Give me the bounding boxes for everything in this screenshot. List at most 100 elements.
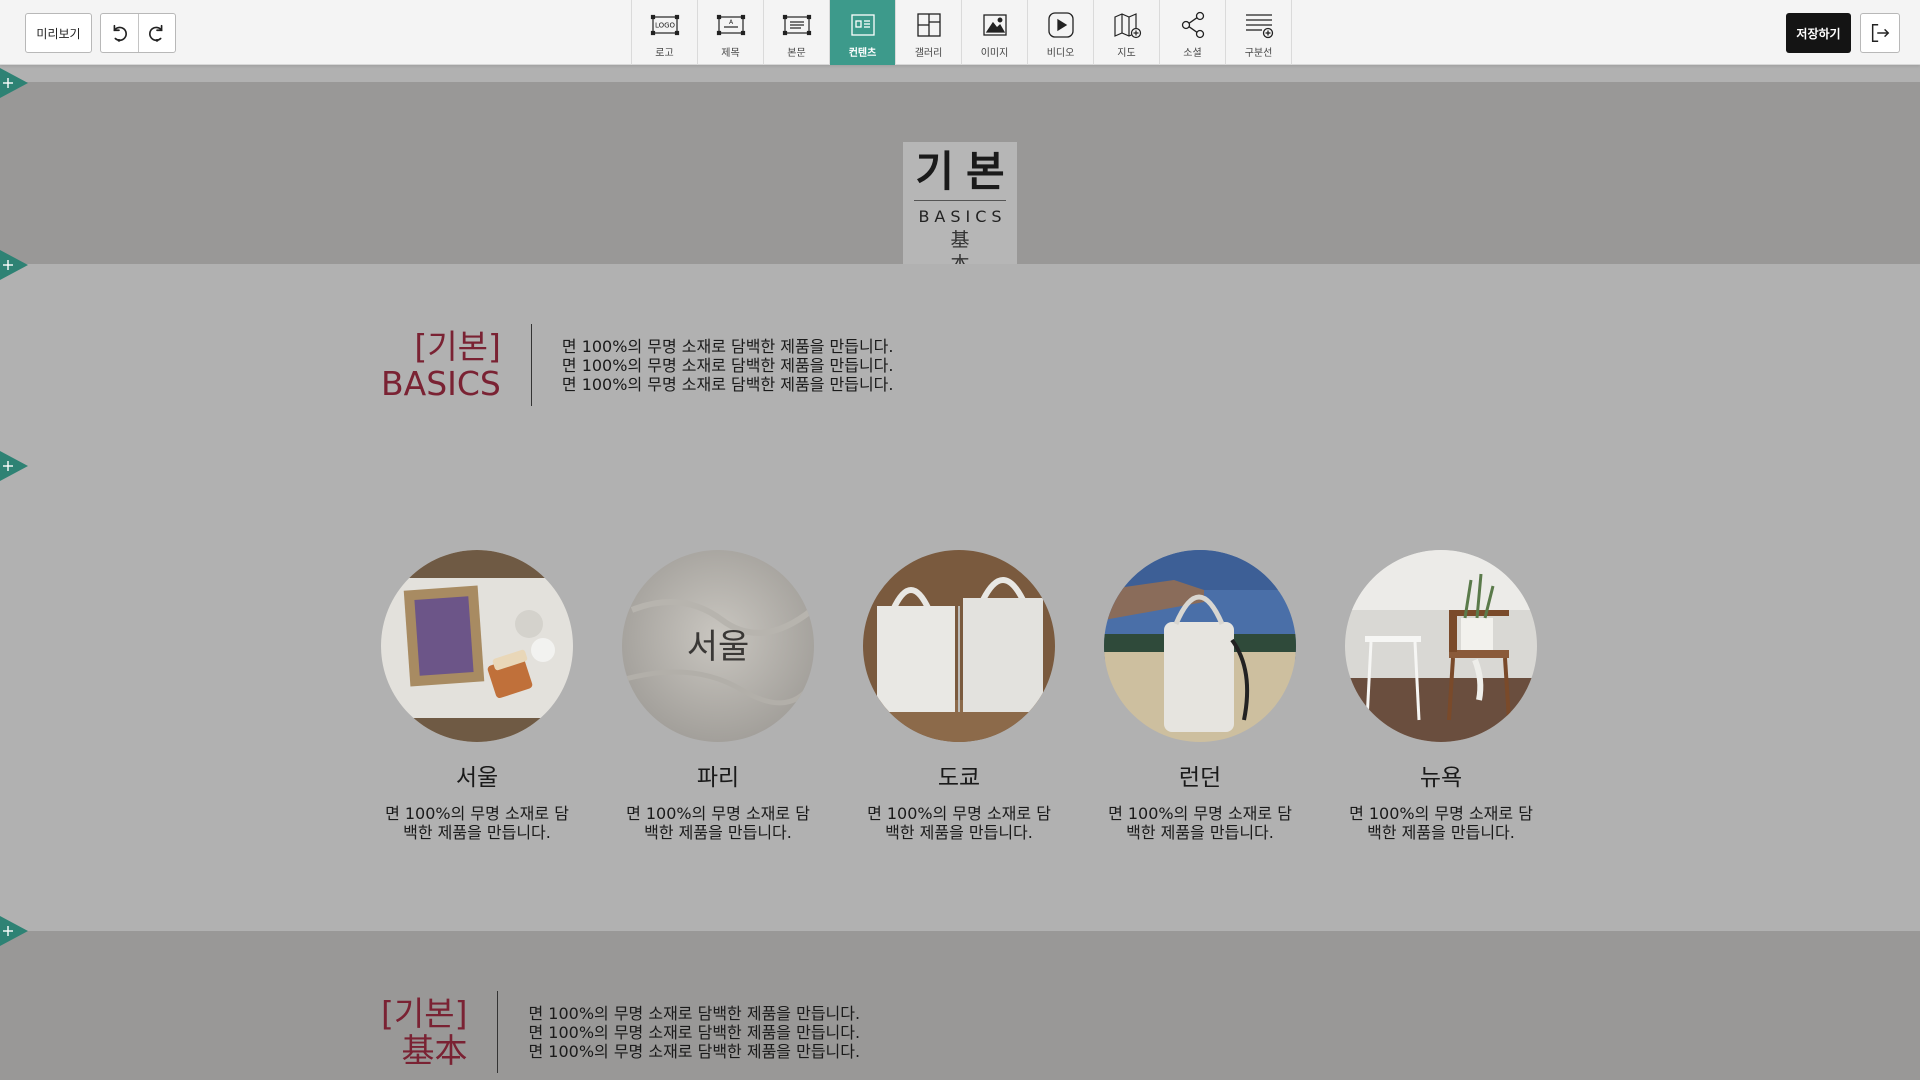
insert-tools: LOGO 로고 A 제목 본문 컨텐츠 갤러리 이미지 비디오 지도 소셜 구분… (631, 0, 1292, 65)
tool-contents[interactable]: 컨텐츠 (830, 0, 896, 65)
logo-main-text: 기본 (915, 147, 1017, 196)
gallery-item: 도쿄 면 100%의 무명 소재로 담백한 제품을 만듭니다. (863, 550, 1055, 842)
editor-toolbar: 미리보기 LOGO 로고 A 제목 본문 컨텐츠 갤러리 이미지 비디오 지도 … (0, 0, 1920, 65)
preview-button[interactable]: 미리보기 (25, 13, 92, 53)
undo-button[interactable] (101, 14, 138, 52)
brand-logo[interactable]: 기본 BASICS 基本 (903, 142, 1017, 275)
bottom-heading-row: [기본] 基本 면 100%의 무명 소재로 담백한 제품을 만듭니다. 면 1… (381, 991, 860, 1073)
tool-body-label: 본문 (787, 48, 806, 59)
tool-image-label: 이미지 (980, 48, 1009, 59)
title-icon: A (716, 14, 745, 36)
tool-video[interactable]: 비디오 (1028, 0, 1094, 65)
gallery-item-title[interactable]: 서울 (381, 764, 573, 792)
body-text-icon (782, 14, 811, 36)
logo-section: 기본 BASICS 基本 (0, 82, 1920, 275)
image-icon (982, 14, 1007, 36)
tool-title[interactable]: A 제목 (698, 0, 764, 65)
gallery-item-text[interactable]: 면 100%의 무명 소재로 담백한 제품을 만듭니다. (622, 804, 814, 842)
gallery-item: 서울 면 100%의 무명 소재로 담백한 제품을 만듭니다. (381, 550, 573, 842)
add-section-button[interactable] (0, 916, 28, 946)
tool-contents-label: 컨텐츠 (848, 48, 877, 59)
paris-photo[interactable]: 서울 (622, 550, 814, 742)
add-section-button[interactable] (0, 68, 28, 98)
undo-icon (113, 24, 128, 42)
london-photo[interactable] (1104, 550, 1296, 742)
svg-text:A: A (728, 19, 733, 26)
add-section-icon (0, 68, 28, 98)
gallery-item: 런던 면 100%의 무명 소재로 담백한 제품을 만듭니다. (1104, 550, 1296, 842)
paris-photo-art: 서울 (622, 550, 814, 742)
gallery-item: 뉴욕 면 100%의 무명 소재로 담백한 제품을 만듭니다. (1345, 550, 1537, 842)
video-icon (1047, 12, 1074, 38)
intro-divider (530, 324, 532, 406)
logo-icon: LOGO (650, 14, 679, 36)
bottom-divider (497, 991, 499, 1073)
london-photo-art (1104, 550, 1296, 742)
share-icon (1181, 11, 1204, 39)
gallery-item-title[interactable]: 뉴욕 (1345, 764, 1537, 792)
bottom-body-line: 면 100%의 무명 소재로 담백한 제품을 만듭니다. (528, 1003, 861, 1023)
tool-logo-label: 로고 (655, 48, 674, 59)
add-section-button[interactable] (0, 250, 28, 280)
gallery-item-text[interactable]: 면 100%의 무명 소재로 담백한 제품을 만듭니다. (863, 804, 1055, 842)
bottom-title-line2: 基本 (401, 1031, 468, 1070)
seoul-photo-art (381, 550, 573, 742)
tool-gallery-label: 갤러리 (914, 48, 943, 59)
intro-title-line2: BASICS (381, 364, 501, 403)
tool-divider-label: 구분선 (1244, 48, 1273, 59)
save-button[interactable]: 저장하기 (1786, 13, 1851, 53)
tool-logo[interactable]: LOGO 로고 (632, 0, 698, 65)
logo-english-text: BASICS (918, 207, 1007, 226)
gallery-item-title[interactable]: 도쿄 (863, 764, 1055, 792)
gallery-item-title[interactable]: 런던 (1104, 764, 1296, 792)
newyork-photo-art (1345, 550, 1537, 742)
tool-social-label: 소셜 (1183, 48, 1202, 59)
tool-map[interactable]: 지도 (1094, 0, 1160, 65)
gallery-section: 서울 면 100%의 무명 소재로 담백한 제품을 만듭니다. 서울 파리 면 … (0, 466, 1920, 931)
add-section-icon (0, 250, 28, 280)
exit-button[interactable] (1860, 13, 1900, 53)
intro-title[interactable]: [기본] BASICS (381, 328, 501, 402)
bottom-body-line: 면 100%의 무명 소재로 담백한 제품을 만듭니다. (528, 1041, 861, 1061)
bottom-section: [기본] 基本 면 100%의 무명 소재로 담백한 제품을 만듭니다. 면 1… (0, 931, 1920, 1080)
intro-title-line1: [기본] (414, 327, 501, 366)
gallery-item: 서울 파리 면 100%의 무명 소재로 담백한 제품을 만듭니다. (622, 550, 814, 842)
intro-body[interactable]: 면 100%의 무명 소재로 담백한 제품을 만듭니다. 면 100%의 무명 … (562, 337, 894, 394)
tokyo-photo-art (863, 550, 1055, 742)
tool-map-label: 지도 (1117, 48, 1136, 59)
tool-divider[interactable]: 구분선 (1226, 0, 1292, 65)
exit-icon (1871, 24, 1890, 42)
redo-button[interactable] (138, 14, 175, 52)
tool-title-label: 제목 (721, 48, 740, 59)
intro-section: [기본] BASICS 면 100%의 무명 소재로 담백한 제품을 만듭니다.… (0, 264, 1920, 466)
tool-video-label: 비디오 (1046, 48, 1075, 59)
gallery-item-title[interactable]: 파리 (622, 764, 814, 792)
bottom-body[interactable]: 면 100%의 무명 소재로 담백한 제품을 만듭니다. 면 100%의 무명 … (528, 1004, 860, 1061)
tokyo-photo[interactable] (863, 550, 1055, 742)
logo-rule (914, 200, 1006, 201)
gallery-icon (916, 13, 941, 37)
intro-body-line: 면 100%의 무명 소재로 담백한 제품을 만듭니다. (561, 374, 894, 394)
bottom-title[interactable]: [기본] 基本 (381, 995, 467, 1069)
city-gallery: 서울 면 100%의 무명 소재로 담백한 제품을 만듭니다. 서울 파리 면 … (381, 550, 1537, 842)
svg-text:LOGO: LOGO (654, 22, 675, 30)
tool-image[interactable]: 이미지 (962, 0, 1028, 65)
seoul-photo[interactable] (381, 550, 573, 742)
bottom-body-line: 면 100%의 무명 소재로 담백한 제품을 만듭니다. (528, 1022, 861, 1042)
paris-photo-caption: 서울 (687, 627, 750, 667)
tool-gallery[interactable]: 갤러리 (896, 0, 962, 65)
gallery-item-text[interactable]: 면 100%의 무명 소재로 담백한 제품을 만듭니다. (1104, 804, 1296, 842)
gallery-item-text[interactable]: 면 100%의 무명 소재로 담백한 제품을 만듭니다. (381, 804, 573, 842)
map-icon (1113, 13, 1141, 39)
add-section-button[interactable] (0, 451, 28, 481)
contents-icon (850, 14, 875, 36)
intro-body-line: 면 100%의 무명 소재로 담백한 제품을 만듭니다. (561, 355, 894, 375)
divider-add-icon (1245, 14, 1273, 39)
tool-body[interactable]: 본문 (764, 0, 830, 65)
newyork-photo[interactable] (1345, 550, 1537, 742)
bottom-title-line1: [기본] (381, 994, 468, 1033)
intro-heading-row: [기본] BASICS 면 100%의 무명 소재로 담백한 제품을 만듭니다.… (381, 324, 893, 406)
tool-social[interactable]: 소셜 (1160, 0, 1226, 65)
intro-body-line: 면 100%의 무명 소재로 담백한 제품을 만듭니다. (561, 336, 894, 356)
gallery-item-text[interactable]: 면 100%의 무명 소재로 담백한 제품을 만듭니다. (1345, 804, 1537, 842)
